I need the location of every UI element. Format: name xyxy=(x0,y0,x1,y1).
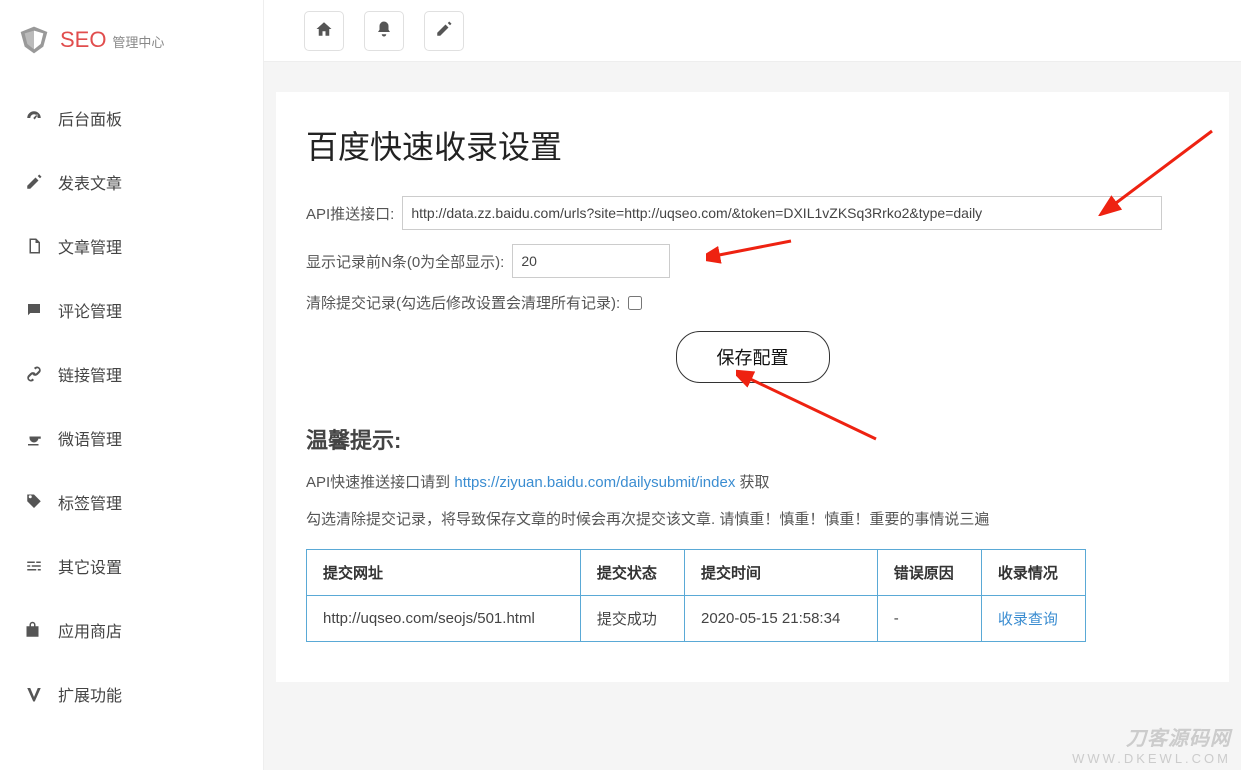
th-url: 提交网址 xyxy=(307,550,581,596)
sidebar-item-label: 评论管理 xyxy=(58,298,122,322)
sidebar-item-dashboard[interactable]: 后台面板 xyxy=(0,86,263,150)
clear-checkbox[interactable] xyxy=(628,296,642,310)
tag-icon xyxy=(24,492,44,512)
tips-heading: 温馨提示: xyxy=(306,423,1199,455)
sidebar-item-articles[interactable]: 文章管理 xyxy=(0,214,263,278)
page-title: 百度快速收录设置 xyxy=(306,122,1199,168)
th-status: 提交状态 xyxy=(580,550,684,596)
annotation-arrow-icon xyxy=(706,236,796,266)
sidebar-item-comments[interactable]: 评论管理 xyxy=(0,278,263,342)
sidebar-item-label: 后台面板 xyxy=(58,106,122,130)
th-error: 错误原因 xyxy=(877,550,981,596)
sidebar-item-label: 扩展功能 xyxy=(58,682,122,706)
notification-button[interactable] xyxy=(364,11,404,51)
sidebar-item-label: 其它设置 xyxy=(58,554,122,578)
logo-icon xyxy=(18,24,50,56)
edit-icon xyxy=(24,172,44,192)
cell-url: http://uqseo.com/seojs/501.html xyxy=(307,596,581,642)
compose-button[interactable] xyxy=(424,11,464,51)
api-row: API推送接口: xyxy=(306,196,1199,230)
api-label: API推送接口: xyxy=(306,203,394,224)
cell-time: 2020-05-15 21:58:34 xyxy=(685,596,878,642)
index-query-link[interactable]: 收录查询 xyxy=(998,611,1058,628)
bag-icon xyxy=(24,620,44,640)
brand-title: SEO xyxy=(60,27,106,52)
brand-subtitle: 管理中心 xyxy=(112,35,164,50)
th-index: 收录情况 xyxy=(981,550,1085,596)
save-button[interactable]: 保存配置 xyxy=(676,331,830,383)
sidebar-item-post[interactable]: 发表文章 xyxy=(0,150,263,214)
home-icon xyxy=(315,20,333,41)
table-row: http://uqseo.com/seojs/501.html 提交成功 202… xyxy=(307,596,1086,642)
records-label: 显示记录前N条(0为全部显示): xyxy=(306,251,504,272)
sliders-icon xyxy=(24,556,44,576)
sidebar-item-label: 标签管理 xyxy=(58,490,122,514)
clear-row: 清除提交记录(勾选后修改设置会清理所有记录): xyxy=(306,292,1199,313)
sidebar-item-micro[interactable]: 微语管理 xyxy=(0,406,263,470)
sidebar-item-label: 链接管理 xyxy=(58,362,122,386)
settings-card: 百度快速收录设置 API推送接口: 显示记录前N条(0为全部显示): xyxy=(276,92,1229,682)
table-header-row: 提交网址 提交状态 提交时间 错误原因 收录情况 xyxy=(307,550,1086,596)
watermark-url: WWW.DKEWL.COM xyxy=(1072,751,1231,766)
comment-icon xyxy=(24,300,44,320)
cell-status: 提交成功 xyxy=(580,596,684,642)
watermark-title: 刀客源码网 xyxy=(1072,722,1231,751)
th-time: 提交时间 xyxy=(685,550,878,596)
tips-line-1: API快速推送接口请到 https://ziyuan.baidu.com/dai… xyxy=(306,469,1199,496)
records-row: 显示记录前N条(0为全部显示): xyxy=(306,244,1199,278)
cell-error: - xyxy=(877,596,981,642)
compose-icon xyxy=(435,20,453,41)
dashboard-icon xyxy=(24,108,44,128)
coffee-icon xyxy=(24,428,44,448)
sidebar-item-links[interactable]: 链接管理 xyxy=(0,342,263,406)
topbar xyxy=(264,0,1241,62)
cell-index: 收录查询 xyxy=(981,596,1085,642)
records-input[interactable] xyxy=(512,244,670,278)
sidebar-item-extend[interactable]: 扩展功能 xyxy=(0,662,263,726)
docs-icon xyxy=(24,236,44,256)
sidebar-item-tags[interactable]: 标签管理 xyxy=(0,470,263,534)
sidebar-item-label: 应用商店 xyxy=(58,618,122,642)
watermark: 刀客源码网 WWW.DKEWL.COM xyxy=(1072,722,1231,766)
sidebar-item-label: 微语管理 xyxy=(58,426,122,450)
tips-link[interactable]: https://ziyuan.baidu.com/dailysubmit/ind… xyxy=(454,474,735,491)
sidebar-item-settings[interactable]: 其它设置 xyxy=(0,534,263,598)
link-icon xyxy=(24,364,44,384)
nav-list: 后台面板 发表文章 文章管理 评论管理 链接管理 微语管理 标签管理 其它设置 … xyxy=(0,78,263,734)
brand: SEO 管理中心 xyxy=(0,10,263,78)
sidebar-item-label: 发表文章 xyxy=(58,170,122,194)
sidebar-item-label: 文章管理 xyxy=(58,234,122,258)
sidebar-item-store[interactable]: 应用商店 xyxy=(0,598,263,662)
clear-label: 清除提交记录(勾选后修改设置会清理所有记录): xyxy=(306,292,620,313)
home-button[interactable] xyxy=(304,11,344,51)
tips-line-2: 勾选清除提交记录，将导致保存文章的时候会再次提交该文章. 请慎重！慎重！慎重！重… xyxy=(306,506,1199,533)
submission-table: 提交网址 提交状态 提交时间 错误原因 收录情况 http://uqseo.co… xyxy=(306,549,1086,642)
api-input[interactable] xyxy=(402,196,1162,230)
sidebar: SEO 管理中心 后台面板 发表文章 文章管理 评论管理 链接管理 微语管理 标… xyxy=(0,0,264,770)
bell-icon xyxy=(375,20,393,41)
v-icon xyxy=(24,684,44,704)
